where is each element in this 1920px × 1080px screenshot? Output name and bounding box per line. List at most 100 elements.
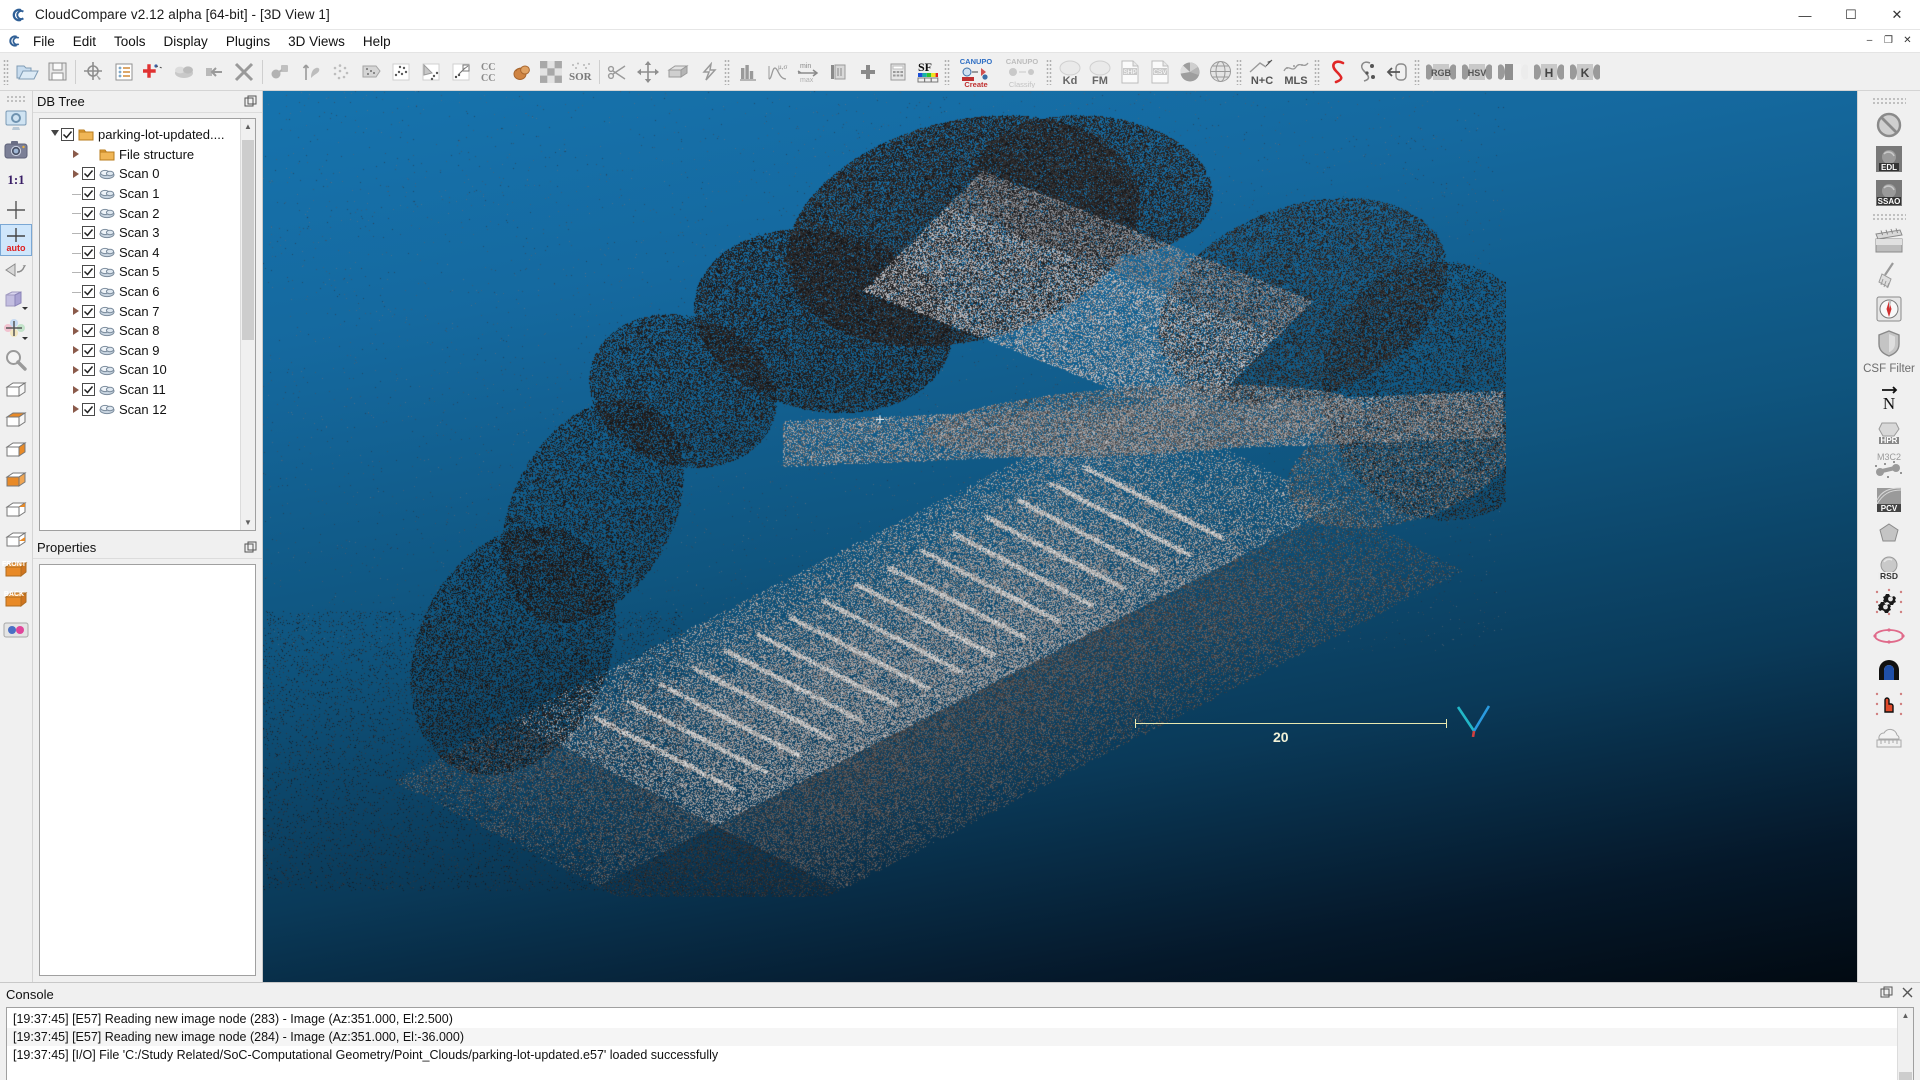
h-convert-button[interactable]: H: [1531, 56, 1567, 88]
lightning-button[interactable]: [693, 56, 723, 88]
curve-s-points-button[interactable]: [1353, 56, 1383, 88]
left-toolbar-grip[interactable]: [6, 95, 26, 102]
hand-pick-button[interactable]: [1868, 687, 1910, 721]
scroll-up-button[interactable]: ▲: [1898, 1008, 1913, 1023]
compass-button[interactable]: [1868, 292, 1910, 326]
view-right-button[interactable]: [1, 465, 31, 495]
scrollbar-track[interactable]: [1898, 1023, 1913, 1080]
point-picking-button[interactable]: [79, 56, 109, 88]
stereo-button[interactable]: [1, 615, 31, 645]
cylinder-unroll-button[interactable]: [1383, 56, 1413, 88]
close-button[interactable]: ✕: [1874, 0, 1920, 30]
point-cloud-render[interactable]: [263, 91, 1506, 897]
tree-item-checkbox[interactable]: [82, 226, 95, 240]
minmax-button[interactable]: min max: [793, 56, 823, 88]
toolbar-grip[interactable]: [3, 58, 9, 85]
gradient-convert-button[interactable]: [1495, 56, 1531, 88]
maximize-button[interactable]: ☐: [1828, 0, 1874, 30]
mdi-close-button[interactable]: ✕: [1899, 32, 1916, 49]
toolbar-grip[interactable]: [1236, 58, 1242, 85]
toolbar-grip[interactable]: [944, 58, 950, 85]
menu-item-tools[interactable]: Tools: [105, 32, 155, 51]
expand-arrow-icon[interactable]: [69, 360, 82, 380]
subsample-button[interactable]: [326, 56, 356, 88]
align-button[interactable]: [416, 56, 446, 88]
save-file-button[interactable]: [42, 56, 72, 88]
menu-item-edit[interactable]: Edit: [64, 32, 105, 51]
curve-s-button[interactable]: [1323, 56, 1353, 88]
view-mode-button[interactable]: [1, 285, 31, 315]
ssao-shader-button[interactable]: SSAO: [1868, 176, 1910, 210]
tree-item-parking-lot-updated[interactable]: parking-lot-updated....: [48, 125, 240, 145]
view-iso1-button[interactable]: [1, 495, 31, 525]
globe-button[interactable]: [1205, 56, 1235, 88]
toolbar-grip[interactable]: [1046, 58, 1052, 85]
zoom-1-1-button[interactable]: 1:1: [1, 165, 31, 195]
tree-item-scan-8[interactable]: Scan 8: [48, 321, 240, 341]
broom-button[interactable]: [1868, 258, 1910, 292]
properties-button[interactable]: [109, 56, 139, 88]
view-back-button[interactable]: BACK: [1, 585, 31, 615]
segment-button[interactable]: [266, 56, 296, 88]
view-bottom-button[interactable]: [1, 405, 31, 435]
sf-colorscale-button[interactable]: SF: [913, 56, 943, 88]
tree-item-scan-1[interactable]: Scan 1: [48, 184, 240, 204]
tree-item-scan-9[interactable]: Scan 9: [48, 341, 240, 361]
tree-item-checkbox[interactable]: [82, 402, 95, 416]
rgb-convert-button[interactable]: RGB: [1423, 56, 1459, 88]
close-icon[interactable]: [1901, 986, 1914, 999]
shp-export-button[interactable]: SHP: [1115, 56, 1145, 88]
histogram-button[interactable]: [733, 56, 763, 88]
tree-item-checkbox[interactable]: [82, 265, 95, 279]
toolbar-grip[interactable]: [724, 58, 730, 85]
tree-item-checkbox[interactable]: [82, 363, 95, 377]
tree-item-file-structure[interactable]: File structure: [48, 145, 240, 165]
poisson-recon-button[interactable]: [1868, 517, 1910, 551]
toolbar-grip[interactable]: [1414, 58, 1420, 85]
expand-arrow-icon[interactable]: [69, 321, 82, 341]
sf-delete-button[interactable]: [823, 56, 853, 88]
sor-filter-button[interactable]: SOR: [566, 56, 596, 88]
undock-icon[interactable]: [244, 95, 257, 108]
add-point-button[interactable]: [139, 56, 169, 88]
scroll-up-button[interactable]: ▲: [241, 119, 255, 134]
console-scrollbar[interactable]: ▲ ▼: [1897, 1008, 1913, 1080]
tree-item-scan-11[interactable]: Scan 11: [48, 380, 240, 400]
scroll-down-button[interactable]: ▼: [241, 514, 255, 530]
toolbar-grip[interactable]: [1314, 58, 1320, 85]
cloud-mesh-dist-button[interactable]: [506, 56, 536, 88]
menu-item-3d-views[interactable]: 3D Views: [279, 32, 354, 51]
auto-pivot-button[interactable]: auto: [0, 224, 32, 256]
canupo-create-button[interactable]: CANUPO Create: [953, 56, 999, 88]
gaussian-filter-button[interactable]: μ,σ: [763, 56, 793, 88]
undock-icon[interactable]: [244, 541, 257, 554]
mdi-restore-button[interactable]: –: [1861, 32, 1878, 49]
merge-button[interactable]: [199, 56, 229, 88]
expand-arrow-icon[interactable]: [69, 380, 82, 400]
tree-item-checkbox[interactable]: [82, 245, 95, 259]
expand-arrow-icon[interactable]: [69, 145, 82, 165]
mdi-maximize-button[interactable]: ❐: [1880, 32, 1897, 49]
normals-button[interactable]: N: [1868, 381, 1910, 415]
minimize-button[interactable]: —: [1782, 0, 1828, 30]
tunnel-button[interactable]: [1868, 653, 1910, 687]
perspective-button[interactable]: [1, 255, 31, 285]
collapse-arrow-icon[interactable]: [48, 125, 61, 145]
tree-item-scan-7[interactable]: Scan 7: [48, 301, 240, 321]
pick-rotation-center-button[interactable]: [1, 315, 31, 345]
menu-item-plugins[interactable]: Plugins: [217, 32, 279, 51]
translate-button[interactable]: [633, 56, 663, 88]
zoom-magnifier-button[interactable]: [1, 345, 31, 375]
tree-item-checkbox[interactable]: [82, 187, 95, 201]
bounding-box-button[interactable]: [663, 56, 693, 88]
tree-item-checkbox[interactable]: [61, 128, 74, 142]
tree-item-checkbox[interactable]: [82, 324, 95, 338]
hpr-button[interactable]: HPR: [1868, 415, 1910, 449]
tree-item-checkbox[interactable]: [82, 343, 95, 357]
menu-item-help[interactable]: Help: [354, 32, 400, 51]
view-left-button[interactable]: [1, 435, 31, 465]
expand-arrow-icon[interactable]: [69, 301, 82, 321]
global-zoom-button[interactable]: [1, 105, 31, 135]
view-top-button[interactable]: [1, 375, 31, 405]
tree-item-scan-0[interactable]: Scan 0: [48, 164, 240, 184]
